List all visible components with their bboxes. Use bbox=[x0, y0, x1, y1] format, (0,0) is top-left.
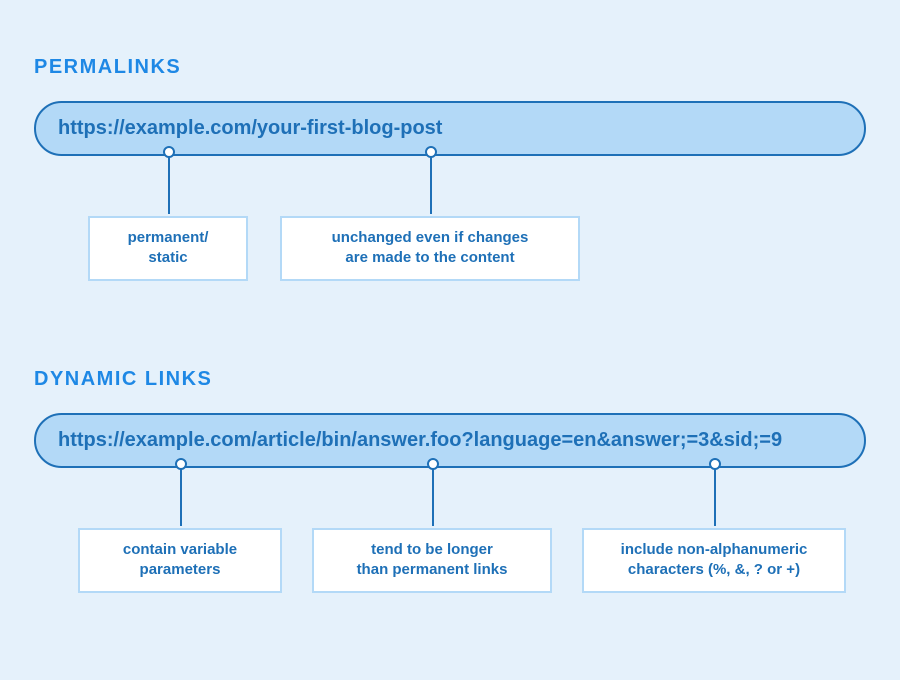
connector-dot bbox=[709, 458, 721, 470]
permalinks-section: PERMALINKS https://example.com/your-firs… bbox=[34, 56, 866, 216]
connector-line bbox=[180, 466, 182, 526]
permalinks-title: PERMALINKS bbox=[34, 56, 866, 79]
annotation-unchanged: unchanged even if changesare made to the… bbox=[280, 216, 580, 281]
dynamic-title: DYNAMIC LINKS bbox=[34, 368, 866, 391]
connector-dot bbox=[163, 146, 175, 158]
connector-line bbox=[430, 154, 432, 214]
connector-dot bbox=[425, 146, 437, 158]
annotation-longer: tend to be longerthan permanent links bbox=[312, 528, 552, 593]
permalinks-connectors bbox=[34, 156, 866, 216]
dynamic-connectors bbox=[34, 468, 866, 528]
permalinks-url-pill: https://example.com/your-first-blog-post bbox=[34, 101, 866, 156]
dynamic-url-pill: https://example.com/article/bin/answer.f… bbox=[34, 413, 866, 468]
connector-line bbox=[432, 466, 434, 526]
connector-dot bbox=[175, 458, 187, 470]
connector-line bbox=[168, 154, 170, 214]
annotation-nonalpha: include non-alphanumericcharacters (%, &… bbox=[582, 528, 846, 593]
connector-line bbox=[714, 466, 716, 526]
annotation-variable-params: contain variableparameters bbox=[78, 528, 282, 593]
annotation-permanent-static: permanent/static bbox=[88, 216, 248, 281]
connector-dot bbox=[427, 458, 439, 470]
dynamic-section: DYNAMIC LINKS https://example.com/articl… bbox=[34, 368, 866, 528]
